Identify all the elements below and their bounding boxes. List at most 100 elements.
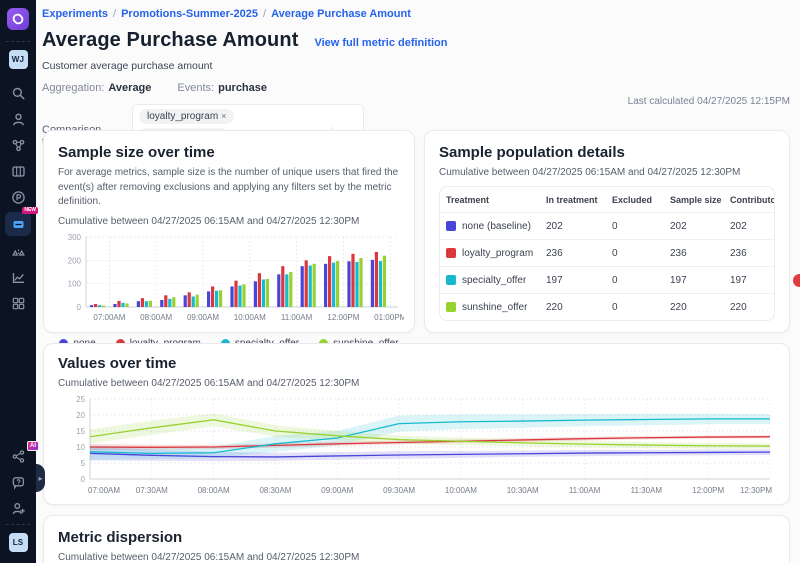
bar-specialty_offer[interactable] bbox=[238, 285, 241, 306]
bar-specialty_offer[interactable] bbox=[98, 305, 101, 307]
treatment-cell: none (baseline) bbox=[440, 221, 540, 232]
bar-none[interactable] bbox=[347, 261, 350, 307]
sidebar-item-support[interactable] bbox=[4, 471, 32, 493]
bar-sunshine_offer[interactable] bbox=[289, 272, 292, 307]
svg-text:12:00PM: 12:00PM bbox=[692, 486, 724, 495]
table-cell: 220 bbox=[664, 302, 724, 313]
bar-specialty_offer[interactable] bbox=[379, 261, 382, 307]
bar-specialty_offer[interactable] bbox=[215, 290, 218, 306]
breadcrumb-experiment-name[interactable]: Promotions-Summer-2025 bbox=[121, 8, 258, 20]
bar-loyalty_program[interactable] bbox=[117, 300, 120, 306]
sample-size-cumulative: Cumulative between 04/27/2025 06:15AM an… bbox=[58, 216, 400, 227]
help-chat-icon bbox=[11, 475, 26, 490]
sidebar-item-ab-tests[interactable] bbox=[4, 240, 32, 262]
bar-none[interactable] bbox=[137, 301, 140, 307]
bar-none[interactable] bbox=[324, 263, 327, 306]
workspace-avatar[interactable]: WJ bbox=[4, 48, 32, 70]
bar-specialty_offer[interactable] bbox=[355, 261, 358, 306]
values-line-chart[interactable]: 051015202507:00AM07:30AM08:00AM08:30AM09… bbox=[58, 393, 775, 512]
bar-sunshine_offer[interactable] bbox=[125, 303, 128, 307]
grid-apps-icon bbox=[11, 296, 26, 311]
treatment-chip[interactable]: loyalty_program× bbox=[139, 109, 234, 124]
breadcrumb-metric-name[interactable]: Average Purchase Amount bbox=[271, 8, 411, 20]
bar-sunshine_offer[interactable] bbox=[266, 279, 269, 307]
bar-none[interactable] bbox=[230, 286, 233, 307]
svg-text:10: 10 bbox=[76, 443, 85, 452]
bar-sunshine_offer[interactable] bbox=[313, 263, 316, 306]
remove-chip-icon[interactable]: × bbox=[221, 111, 226, 121]
view-metric-definition-link[interactable]: View full metric definition bbox=[314, 37, 447, 49]
bar-sunshine_offer[interactable] bbox=[102, 305, 105, 306]
bar-sunshine_offer[interactable] bbox=[242, 284, 245, 307]
bar-sunshine_offer[interactable] bbox=[383, 255, 386, 306]
bar-none[interactable] bbox=[90, 305, 93, 307]
bar-loyalty_program[interactable] bbox=[281, 266, 284, 307]
table-cell: 0 bbox=[606, 275, 664, 286]
bar-sunshine_offer[interactable] bbox=[219, 290, 222, 307]
table-header-row: TreatmentIn treatmentExcludedSample size… bbox=[440, 187, 774, 212]
sidebar-item-feature-gates[interactable] bbox=[4, 160, 32, 182]
app-logo[interactable] bbox=[7, 8, 29, 30]
bar-specialty_offer[interactable] bbox=[285, 274, 288, 307]
bar-specialty_offer[interactable] bbox=[121, 302, 124, 306]
sidebar-item-invite-user[interactable] bbox=[4, 497, 32, 519]
table-row[interactable]: loyalty_program2360236236 bbox=[440, 239, 774, 266]
sidebar-item-pulse[interactable] bbox=[4, 186, 32, 208]
svg-text:11:00AM: 11:00AM bbox=[569, 486, 601, 495]
bar-none[interactable] bbox=[371, 259, 374, 306]
bar-specialty_offer[interactable] bbox=[262, 279, 265, 307]
bar-none[interactable] bbox=[184, 295, 187, 307]
svg-text:0: 0 bbox=[81, 475, 86, 484]
treatment-name: sunshine_offer bbox=[462, 302, 527, 313]
breadcrumb-experiments[interactable]: Experiments bbox=[42, 8, 108, 20]
bar-specialty_offer[interactable] bbox=[168, 298, 171, 306]
user-avatar[interactable]: LS bbox=[4, 531, 32, 553]
bar-loyalty_program[interactable] bbox=[141, 298, 144, 307]
bar-none[interactable] bbox=[301, 266, 304, 307]
bar-none[interactable] bbox=[207, 291, 210, 307]
bar-specialty_offer[interactable] bbox=[309, 265, 312, 307]
sidebar-item-analytics[interactable] bbox=[4, 266, 32, 288]
svg-text:09:30AM: 09:30AM bbox=[383, 486, 415, 495]
bar-loyalty_program[interactable] bbox=[375, 251, 378, 306]
columns-icon bbox=[11, 164, 26, 179]
notification-dot[interactable] bbox=[793, 274, 800, 287]
bar-loyalty_program[interactable] bbox=[234, 280, 237, 306]
bar-loyalty_program[interactable] bbox=[211, 286, 214, 307]
bar-specialty_offer[interactable] bbox=[332, 262, 335, 306]
sidebar-item-ai-assistant[interactable]: AI bbox=[4, 445, 32, 467]
svg-text:08:00AM: 08:00AM bbox=[198, 486, 230, 495]
bar-sunshine_offer[interactable] bbox=[149, 300, 152, 306]
bar-sunshine_offer[interactable] bbox=[172, 297, 175, 307]
sidebar: WJ bbox=[0, 0, 36, 563]
bar-sunshine_offer[interactable] bbox=[336, 261, 339, 307]
table-row[interactable]: none (baseline)2020202202 bbox=[440, 212, 774, 239]
sidebar-item-search[interactable] bbox=[4, 82, 32, 104]
bar-specialty_offer[interactable] bbox=[145, 301, 148, 307]
bar-none[interactable] bbox=[277, 274, 280, 307]
bar-loyalty_program[interactable] bbox=[305, 260, 308, 307]
bar-sunshine_offer[interactable] bbox=[196, 294, 199, 306]
svg-text:25: 25 bbox=[76, 395, 85, 404]
bar-none[interactable] bbox=[254, 281, 257, 307]
svg-text:10:00AM: 10:00AM bbox=[234, 313, 266, 322]
bar-loyalty_program[interactable] bbox=[94, 303, 97, 306]
bar-none[interactable] bbox=[160, 300, 163, 307]
search-icon bbox=[11, 86, 26, 101]
bar-loyalty_program[interactable] bbox=[328, 256, 331, 307]
bar-sunshine_offer[interactable] bbox=[359, 258, 362, 307]
table-row[interactable]: sunshine_offer2200220220 bbox=[440, 293, 774, 320]
bar-specialty_offer[interactable] bbox=[192, 296, 195, 307]
sample-size-bar-chart[interactable]: 010020030007:00AM08:00AM09:00AM10:00AM11… bbox=[58, 231, 400, 336]
bar-none[interactable] bbox=[113, 303, 116, 306]
bar-loyalty_program[interactable] bbox=[351, 253, 354, 306]
bar-loyalty_program[interactable] bbox=[258, 273, 261, 307]
column-header: Treatment bbox=[440, 195, 540, 205]
bar-loyalty_program[interactable] bbox=[188, 292, 191, 307]
bar-loyalty_program[interactable] bbox=[164, 295, 167, 307]
sidebar-item-metrics-active[interactable]: NEW bbox=[5, 212, 31, 236]
sidebar-item-users[interactable] bbox=[4, 108, 32, 130]
sidebar-item-apps[interactable] bbox=[4, 292, 32, 314]
sidebar-item-experiments[interactable] bbox=[4, 134, 32, 156]
table-row[interactable]: specialty_offer1970197197 bbox=[440, 266, 774, 293]
